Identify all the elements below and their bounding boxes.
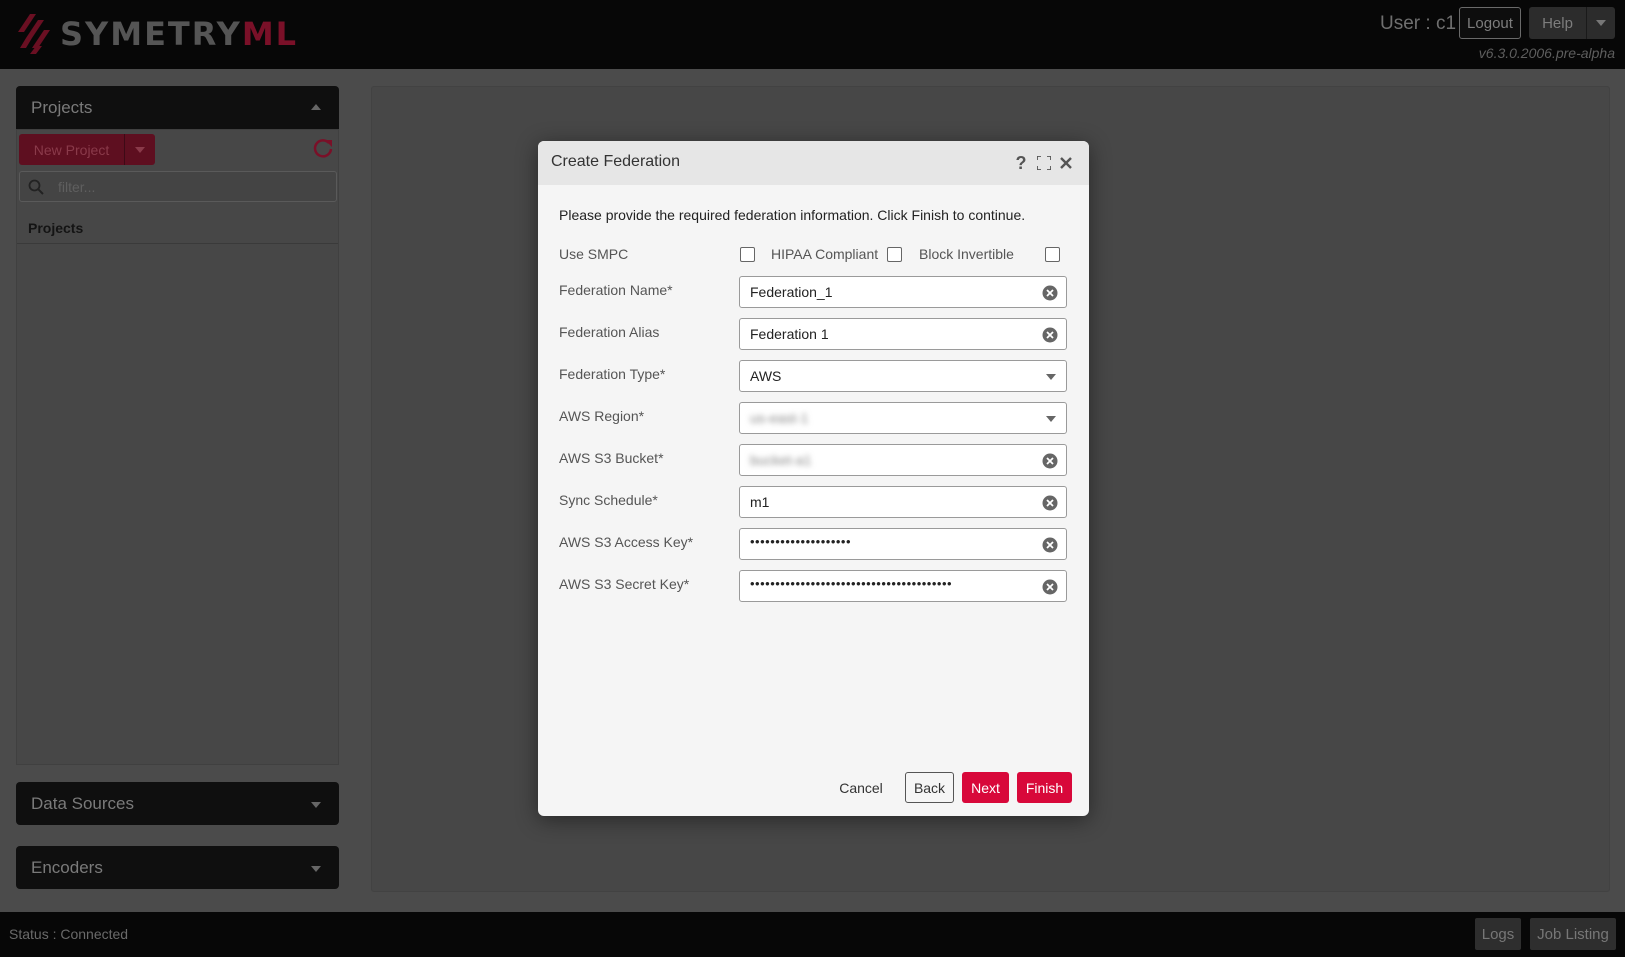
federation-name-field[interactable]: Federation_1 <box>739 276 1067 308</box>
aws-s3-access-key-value: •••••••••••••••••••• <box>750 534 852 549</box>
chevron-down-icon <box>311 866 321 872</box>
project-filter-field <box>19 171 337 202</box>
maximize-icon[interactable] <box>1035 153 1053 173</box>
data-sources-panel-header[interactable]: Data Sources <box>16 782 339 825</box>
clear-icon[interactable] <box>1042 495 1058 511</box>
chevron-up-icon <box>311 104 321 110</box>
federation-type-value: AWS <box>750 368 782 384</box>
cancel-button[interactable]: Cancel <box>836 772 886 803</box>
federation-alias-label: Federation Alias <box>559 324 660 340</box>
block-invertible-checkbox[interactable] <box>1045 247 1060 262</box>
connection-status: Status : Connected <box>9 926 129 942</box>
dialog-title: Create Federation <box>551 153 680 170</box>
job-listing-button[interactable]: Job Listing <box>1530 918 1616 950</box>
new-project-button[interactable]: New Project <box>19 134 125 165</box>
search-icon <box>28 179 44 195</box>
help-icon[interactable]: ? <box>1012 153 1030 173</box>
sync-schedule-field[interactable]: m1 <box>739 486 1067 518</box>
projects-list-header: Projects <box>17 212 338 244</box>
hipaa-compliant-checkbox[interactable] <box>887 247 902 262</box>
chevron-down-icon <box>1046 416 1056 422</box>
clear-icon[interactable] <box>1042 579 1058 595</box>
top-bar: SYMETRYML User : c1 Logout Help v6.3.0.2… <box>0 0 1625 69</box>
dialog-instructions: Please provide the required federation i… <box>559 207 1026 223</box>
logo-text-accent: ML <box>241 15 299 53</box>
encoders-panel-title: Encoders <box>31 857 103 877</box>
hipaa-compliant-label: HIPAA Compliant <box>771 246 879 262</box>
back-button[interactable]: Back <box>905 772 954 803</box>
app-logo: SYMETRYML <box>16 12 298 56</box>
clear-icon[interactable] <box>1042 537 1058 553</box>
aws-s3-bucket-field[interactable]: bucket-a1 <box>739 444 1067 476</box>
federation-name-value: Federation_1 <box>750 284 833 300</box>
new-project-dropdown-button[interactable] <box>125 134 155 165</box>
refresh-icon[interactable] <box>312 137 334 159</box>
aws-s3-access-key-field[interactable]: •••••••••••••••••••• <box>739 528 1067 560</box>
help-button[interactable]: Help <box>1529 7 1587 39</box>
block-invertible-label: Block Invertible <box>919 246 1014 262</box>
finish-button[interactable]: Finish <box>1017 772 1072 803</box>
aws-s3-bucket-value: bucket-a1 <box>750 452 812 468</box>
federation-alias-field[interactable]: Federation 1 <box>739 318 1067 350</box>
chevron-down-icon <box>1596 20 1606 26</box>
user-label: User : c1 <box>1380 13 1457 34</box>
aws-region-value: us-east-1 <box>750 410 809 426</box>
data-sources-panel-title: Data Sources <box>31 793 134 813</box>
clear-icon[interactable] <box>1042 327 1058 343</box>
clear-icon[interactable] <box>1042 285 1058 301</box>
logo-text-main: SYMETRY <box>60 15 242 53</box>
federation-name-label: Federation Name* <box>559 282 673 298</box>
logo-mark-icon <box>18 14 50 54</box>
chevron-down-icon <box>135 146 145 153</box>
project-filter-input[interactable] <box>58 176 328 198</box>
aws-region-label: AWS Region* <box>559 408 645 424</box>
use-smpc-checkbox[interactable] <box>740 247 755 262</box>
use-smpc-label: Use SMPC <box>559 246 629 262</box>
new-project-button-group: New Project <box>19 134 155 165</box>
federation-type-select[interactable]: AWS <box>739 360 1067 392</box>
aws-s3-bucket-label: AWS S3 Bucket* <box>559 450 664 466</box>
create-federation-dialog: Create Federation ? Please provide the r… <box>538 141 1089 816</box>
encoders-panel-header[interactable]: Encoders <box>16 846 339 889</box>
aws-region-select[interactable]: us-east-1 <box>739 402 1067 434</box>
version-label: v6.3.0.2006.pre-alpha <box>1478 45 1615 61</box>
federation-type-label: Federation Type* <box>559 366 666 382</box>
next-button[interactable]: Next <box>962 772 1009 803</box>
help-button-group: Help <box>1529 7 1615 39</box>
chevron-down-icon <box>311 802 321 808</box>
status-bar: Status : Connected <box>0 912 1625 957</box>
aws-s3-access-key-label: AWS S3 Access Key* <box>559 534 694 550</box>
sync-schedule-value: m1 <box>750 494 770 510</box>
aws-s3-secret-key-value: •••••••••••••••••••••••••••••••••••••••• <box>750 576 953 591</box>
aws-s3-secret-key-label: AWS S3 Secret Key* <box>559 576 690 592</box>
logs-button[interactable]: Logs <box>1475 918 1521 950</box>
federation-alias-value: Federation 1 <box>750 326 829 342</box>
logout-button[interactable]: Logout <box>1459 7 1521 39</box>
chevron-down-icon <box>1046 374 1056 380</box>
aws-s3-secret-key-field[interactable]: •••••••••••••••••••••••••••••••••••••••• <box>739 570 1067 602</box>
dialog-header: Create Federation ? <box>538 141 1089 185</box>
logo-text: SYMETRYML <box>60 15 298 53</box>
sync-schedule-label: Sync Schedule* <box>559 492 658 508</box>
projects-panel-title: Projects <box>31 97 93 117</box>
clear-icon[interactable] <box>1042 453 1058 469</box>
close-icon[interactable] <box>1057 153 1075 173</box>
help-dropdown-button[interactable] <box>1587 7 1615 39</box>
projects-panel-header[interactable]: Projects <box>16 86 339 129</box>
